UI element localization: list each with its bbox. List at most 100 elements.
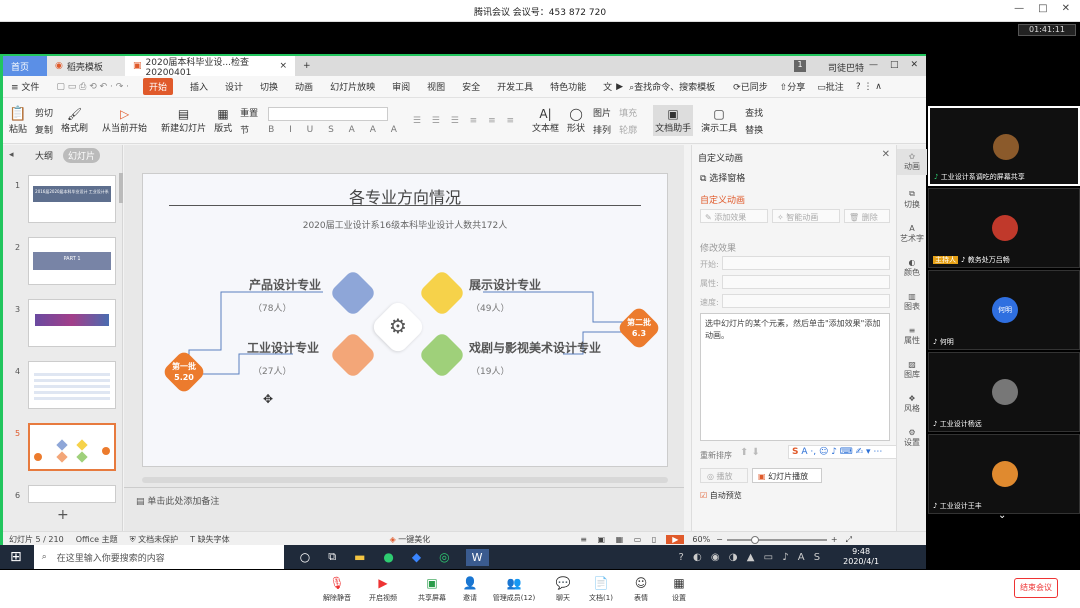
- manage-members-button[interactable]: 👥 管理成员(12): [491, 576, 537, 603]
- wps-maximize-button[interactable]: □: [890, 60, 899, 70]
- notes-area[interactable]: ▤ 单击此处添加备注: [136, 494, 219, 507]
- participant-tile[interactable]: ♪ 工业设计杨远: [928, 352, 1080, 432]
- wechat-icon[interactable]: ◎: [439, 550, 449, 564]
- speed-select[interactable]: [722, 294, 890, 308]
- account-name[interactable]: 司徒巴特: [828, 61, 864, 74]
- slide-thumbnail-3[interactable]: [28, 299, 116, 347]
- tab-insert[interactable]: 插入: [190, 80, 208, 93]
- comment-button[interactable]: ▭批注: [817, 80, 844, 93]
- tab-developer[interactable]: 开发工具: [497, 80, 533, 93]
- select-pane-button[interactable]: ⧉ 选择窗格: [700, 171, 745, 184]
- play-from-current-button[interactable]: ▷ 从当前开始: [102, 107, 147, 134]
- tab-special[interactable]: 特色功能: [550, 80, 586, 93]
- layout-button[interactable]: ▦ 版式: [214, 107, 232, 134]
- paragraph-buttons[interactable]: ☰ ☰ ☰ ≡ ≡ ≡: [413, 116, 518, 126]
- reorder-arrows-icon[interactable]: ⬆ ⬇: [740, 447, 760, 458]
- missing-font-button[interactable]: T 缺失字体: [190, 534, 229, 545]
- ribbon-scroll-icon[interactable]: ▶: [616, 82, 623, 92]
- close-button[interactable]: ✕: [1062, 3, 1070, 14]
- picture-button[interactable]: 图片: [593, 106, 611, 119]
- tab-start[interactable]: 开始: [142, 78, 173, 95]
- cortana-icon[interactable]: ○: [300, 550, 310, 564]
- slide-thumbnail-1[interactable]: 2016届2020届本科毕业设计 工业设计系: [28, 175, 116, 223]
- tab-transition[interactable]: 切换: [260, 80, 278, 93]
- slide-thumbnail-2[interactable]: PART 1: [28, 237, 116, 285]
- tab-more[interactable]: 文: [603, 80, 612, 93]
- slide-thumbnail-6[interactable]: [28, 485, 116, 503]
- help-icon[interactable]: ? ⋮ ∧: [856, 82, 882, 92]
- copy-button[interactable]: 复制: [35, 123, 53, 136]
- shape-button[interactable]: ◯ 形状: [567, 107, 585, 134]
- beautify-button[interactable]: ◈ 一键美化: [390, 534, 431, 545]
- tab-docer[interactable]: ◉ 稻壳模板: [47, 56, 125, 76]
- system-tray-icons[interactable]: ? ◐ ◉ ◑ ▲ ▭ ♪ A S: [679, 552, 824, 563]
- reset-button[interactable]: 重置: [240, 106, 258, 119]
- chevron-down-icon[interactable]: ⌄: [998, 510, 1006, 521]
- outline-button[interactable]: 轮廓: [619, 123, 637, 136]
- windows-start-icon[interactable]: ⊞: [10, 549, 22, 565]
- fill-button[interactable]: 填充: [619, 106, 637, 119]
- chart-side-button[interactable]: ▥ 图表: [897, 292, 927, 312]
- settings-side-button[interactable]: ⚙ 设置: [897, 428, 927, 448]
- textbox-button[interactable]: A| 文本框: [532, 107, 559, 134]
- current-slide[interactable]: 各专业方向情况 2020届工业设计系16级本科毕业设计人数共172人 ⚙ 产品设…: [142, 173, 668, 467]
- color-side-button[interactable]: ◐ 颜色: [897, 258, 927, 278]
- end-meeting-button[interactable]: 结束会议: [1014, 578, 1058, 598]
- close-tab-icon[interactable]: ×: [279, 61, 287, 71]
- task-view-icon[interactable]: ⧉: [328, 550, 336, 564]
- participant-tile[interactable]: 何明 ♪ 何明: [928, 270, 1080, 350]
- horizontal-scrollbar[interactable]: [142, 477, 668, 483]
- tab-review[interactable]: 审阅: [392, 80, 410, 93]
- protect-status[interactable]: ⛨ 文档未保护: [130, 534, 179, 545]
- zoom-slider[interactable]: [726, 535, 827, 544]
- zoom-in-button[interactable]: +: [831, 535, 838, 544]
- new-slide-button[interactable]: ▤ 新建幻灯片: [161, 107, 206, 134]
- slide-thumbnail-5-selected[interactable]: [28, 423, 116, 471]
- format-painter-button[interactable]: 🖌 格式刷: [61, 107, 88, 134]
- share-button[interactable]: ⇧分享: [780, 80, 806, 93]
- new-tab-button[interactable]: +: [295, 56, 319, 76]
- tab-outline[interactable]: 大纲: [35, 149, 53, 162]
- anim-side-button[interactable]: ✩ 动画: [897, 149, 927, 175]
- tab-animation[interactable]: 动画: [295, 80, 313, 93]
- participant-tile[interactable]: 主持人 ♪ 教务处万吕畅: [928, 188, 1080, 268]
- unmute-button[interactable]: 🎙 解除静音: [314, 576, 360, 603]
- cut-button[interactable]: 剪切: [35, 106, 53, 119]
- taskbar-search[interactable]: ⌕ 在这里输入你要搜索的内容: [33, 545, 284, 569]
- slideshow-play-button[interactable]: ▶: [666, 535, 685, 544]
- transition-side-button[interactable]: ⧉ 切换: [897, 189, 927, 210]
- meeting-app-icon[interactable]: ◆: [412, 550, 421, 564]
- participant-tile[interactable]: ♪ 工业设计王丰: [928, 434, 1080, 514]
- slideshow-button[interactable]: ▣ 幻灯片播放: [752, 468, 822, 483]
- property-side-button[interactable]: ≡ 属性: [897, 326, 927, 346]
- wps-minimize-button[interactable]: —: [869, 60, 878, 70]
- style-side-button[interactable]: ❖ 风格: [897, 394, 927, 414]
- smart-anim-button[interactable]: ✧ 智能动画: [772, 209, 840, 223]
- paste-button[interactable]: 📋 粘贴: [9, 106, 27, 135]
- delete-button[interactable]: 🗑 删除: [844, 209, 890, 223]
- section-button[interactable]: 节: [240, 123, 258, 136]
- sync-button[interactable]: ⟳已同步: [733, 80, 768, 93]
- command-search[interactable]: ⌕查找命令、搜索模板: [629, 80, 715, 93]
- find-button[interactable]: 查找: [745, 106, 763, 119]
- participant-tile[interactable]: ♪ 工业设计系调吃的屏幕共享: [928, 106, 1080, 186]
- file-menu[interactable]: ≡ 文件: [11, 80, 39, 93]
- file-explorer-icon[interactable]: ▬: [354, 550, 365, 564]
- maximize-button[interactable]: □: [1038, 3, 1047, 14]
- tab-design[interactable]: 设计: [225, 80, 243, 93]
- tab-view[interactable]: 视图: [427, 80, 445, 93]
- pane-title[interactable]: 自定义动画: [698, 151, 743, 164]
- zoom-out-button[interactable]: −: [716, 535, 723, 544]
- add-slide-button[interactable]: +: [57, 507, 69, 523]
- wps-taskbar-icon[interactable]: W: [465, 548, 489, 566]
- taskbar-clock[interactable]: 9:48 2020/4/1: [843, 547, 879, 567]
- arrange-button[interactable]: 排列: [593, 123, 611, 136]
- fit-window-icon[interactable]: ⤢: [846, 535, 852, 545]
- tab-security[interactable]: 安全: [462, 80, 480, 93]
- invite-button[interactable]: 👤 邀请: [447, 576, 493, 603]
- app-icon[interactable]: ●: [383, 550, 393, 564]
- auto-preview-checkbox[interactable]: ☑ 自动预览: [700, 490, 742, 501]
- property-select[interactable]: [722, 275, 890, 289]
- animation-list[interactable]: 选中幻灯片的某个元素，然后单击"添加效果"添加动画。: [700, 313, 890, 441]
- doc-assistant-button[interactable]: ▣ 文档助手: [653, 105, 694, 136]
